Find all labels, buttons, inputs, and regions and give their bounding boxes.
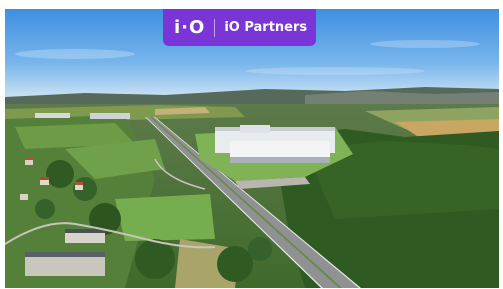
io-logo-icon: i·O: [174, 16, 206, 38]
badge-divider: [214, 18, 216, 37]
brand-name: iO Partners: [224, 20, 308, 35]
meadow: [115, 194, 215, 241]
aerial-landscape-image: [5, 9, 499, 288]
aerial-photo: [5, 9, 499, 288]
brand-badge: i·O iO Partners: [163, 9, 316, 46]
warehouse-building: [215, 125, 335, 163]
